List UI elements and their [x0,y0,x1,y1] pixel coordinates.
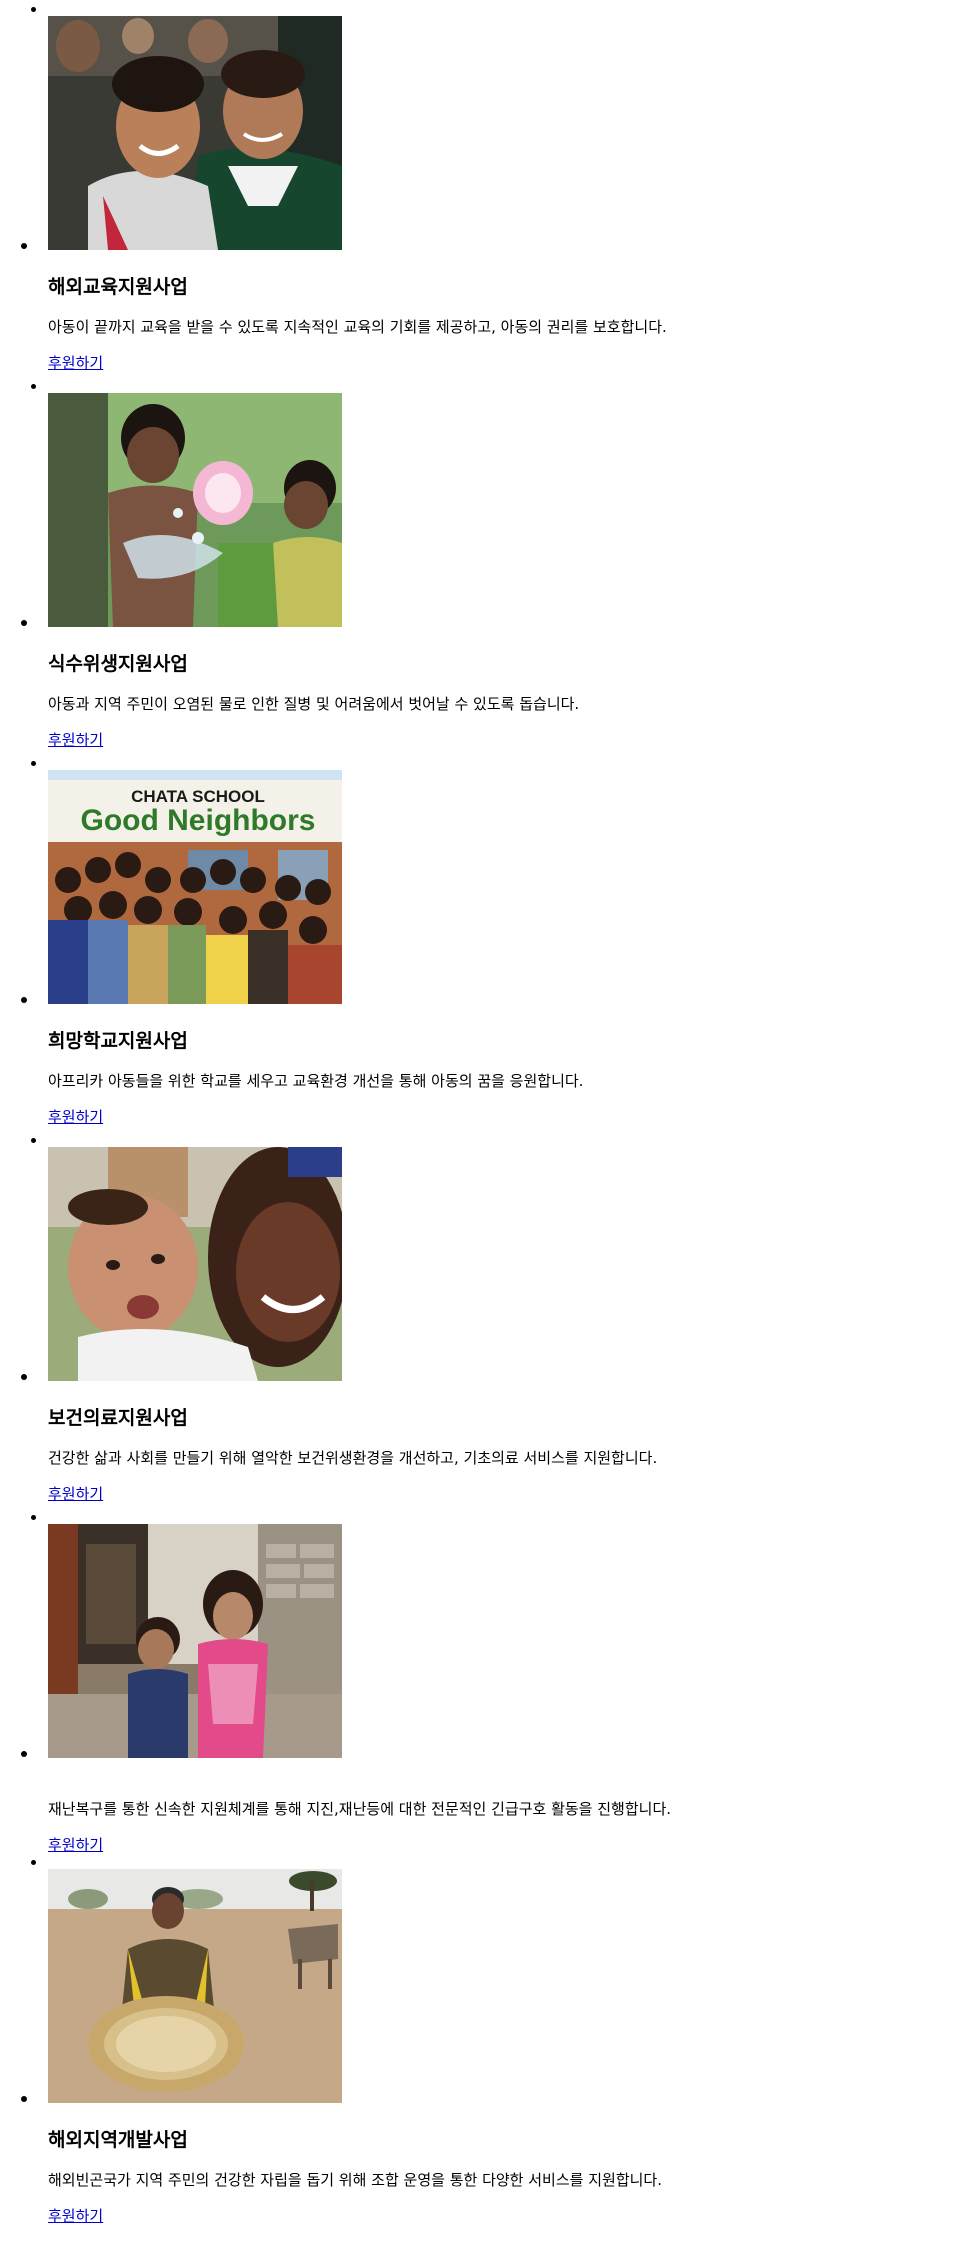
list-bullet [21,2096,27,2102]
list-bullet [21,997,27,1003]
donate-link[interactable]: 후원하기 [48,1484,103,1504]
program-title: 해외지역개발사업 [48,2129,188,2151]
program-item: 식수위생지원사업 아동과 지역 주민이 오염된 물로 인한 질병 및 어려움에서… [21,377,975,754]
donate-link[interactable]: 후원하기 [48,1835,103,1855]
program-list: 해외교육지원사업 아동이 끝까지 교육을 받을 수 있도록 지속적인 교육의 기… [0,0,975,2230]
donate-link[interactable]: 후원하기 [48,2206,103,2226]
program-description: 아동과 지역 주민이 오염된 물로 인한 질병 및 어려움에서 벗어날 수 있도… [48,695,580,713]
list-bullet [21,243,27,249]
program-title: 보건의료지원사업 [48,1407,188,1429]
program-description: 재난복구를 통한 신속한 지원체계를 통해 지진,재난등에 대한 전문적인 긴급… [48,1800,672,1818]
program-description: 해외빈곤국가 지역 주민의 건강한 자립을 돕기 위해 조합 운영을 통한 다양… [48,2171,662,2189]
program-photo-education [48,16,342,250]
program-description: 아동이 끝까지 교육을 받을 수 있도록 지속적인 교육의 기회를 제공하고, … [48,318,667,336]
program-photo-health [48,1147,342,1381]
list-bullet [21,1751,27,1757]
program-title: 해외교육지원사업 [48,276,188,298]
program-item: 보건의료지원사업 건강한 삶과 사회를 만들기 위해 열악한 보건위생환경을 개… [21,1131,975,1508]
program-title: 식수위생지원사업 [48,653,188,675]
program-photo-school: CHATA SCHOOL Good Neighbors [48,770,342,1004]
program-item: 해외교육지원사업 아동이 끝까지 교육을 받을 수 있도록 지속적인 교육의 기… [21,0,975,377]
program-description: 아프리카 아동들을 위한 학교를 세우고 교육환경 개선을 통해 아동의 꿈을 … [48,1072,584,1090]
program-description: 건강한 삶과 사회를 만들기 위해 열악한 보건위생환경을 개선하고, 기초의료… [48,1449,658,1467]
donate-link[interactable]: 후원하기 [48,1107,103,1127]
program-item: CHATA SCHOOL Good Neighbors [21,754,975,1131]
program-photo-regional-development [48,1869,342,2103]
sign-line-2: Good Neighbors [81,804,316,837]
list-bullet [21,1374,27,1380]
program-item: 해외지역개발사업 해외빈곤국가 지역 주민의 건강한 자립을 돕기 위해 조합 … [21,1853,975,2230]
program-title: 희망학교지원사업 [48,1030,188,1052]
donate-link[interactable]: 후원하기 [48,353,103,373]
program-item: 재난복구를 통한 신속한 지원체계를 통해 지진,재난등에 대한 전문적인 긴급… [21,1508,975,1855]
program-photo-disaster-relief [48,1524,342,1758]
list-bullet [21,620,27,626]
donate-link[interactable]: 후원하기 [48,730,103,750]
program-photo-water [48,393,342,627]
